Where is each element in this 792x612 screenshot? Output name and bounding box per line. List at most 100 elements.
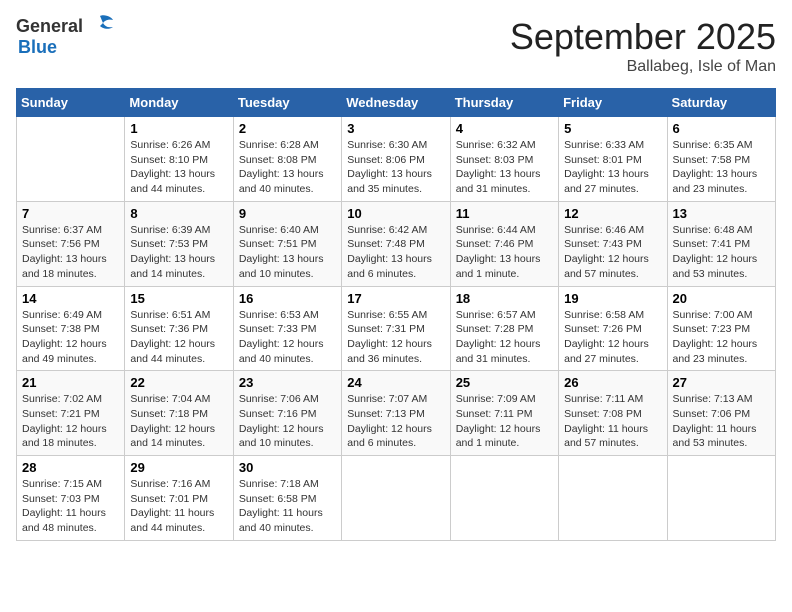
calendar-cell bbox=[667, 456, 775, 541]
calendar-week-1: 7 Sunrise: 6:37 AM Sunset: 7:56 PM Daylig… bbox=[17, 201, 776, 286]
day-number: 4 bbox=[456, 121, 553, 136]
calendar-cell: 19 Sunrise: 6:58 AM Sunset: 7:26 PM Dayli… bbox=[559, 286, 667, 371]
calendar-cell bbox=[342, 456, 450, 541]
day-info: Sunrise: 6:48 AM Sunset: 7:41 PM Dayligh… bbox=[673, 223, 770, 282]
day-number: 21 bbox=[22, 375, 119, 390]
day-number: 23 bbox=[239, 375, 336, 390]
logo-general: General bbox=[16, 17, 83, 37]
day-info: Sunrise: 7:13 AM Sunset: 7:06 PM Dayligh… bbox=[673, 392, 770, 451]
calendar-cell: 12 Sunrise: 6:46 AM Sunset: 7:43 PM Dayli… bbox=[559, 201, 667, 286]
calendar-cell: 21Sunrise: 7:02 AM Sunset: 7:21 PM Dayli… bbox=[17, 371, 125, 456]
day-number: 8 bbox=[130, 206, 227, 221]
day-number: 12 bbox=[564, 206, 661, 221]
day-number: 29 bbox=[130, 460, 227, 475]
day-info: Sunrise: 6:58 AM Sunset: 7:26 PM Dayligh… bbox=[564, 308, 661, 367]
header-tuesday: Tuesday bbox=[233, 89, 341, 117]
day-number: 7 bbox=[22, 206, 119, 221]
header-sunday: Sunday bbox=[17, 89, 125, 117]
day-number: 13 bbox=[673, 206, 770, 221]
calendar-cell: 13 Sunrise: 6:48 AM Sunset: 7:41 PM Dayli… bbox=[667, 201, 775, 286]
calendar-cell: 11 Sunrise: 6:44 AM Sunset: 7:46 PM Dayli… bbox=[450, 201, 558, 286]
day-info: Sunrise: 7:07 AM Sunset: 7:13 PM Dayligh… bbox=[347, 392, 444, 451]
calendar-cell: 23 Sunrise: 7:06 AM Sunset: 7:16 PM Dayli… bbox=[233, 371, 341, 456]
day-info: Sunrise: 6:39 AM Sunset: 7:53 PM Dayligh… bbox=[130, 223, 227, 282]
day-info: Sunrise: 6:55 AM Sunset: 7:31 PM Dayligh… bbox=[347, 308, 444, 367]
day-info: Sunrise: 7:18 AM Sunset: 6:58 PM Dayligh… bbox=[239, 477, 336, 536]
calendar-cell: 26Sunrise: 7:11 AM Sunset: 7:08 PM Dayli… bbox=[559, 371, 667, 456]
day-info: Sunrise: 7:16 AM Sunset: 7:01 PM Dayligh… bbox=[130, 477, 227, 536]
day-number: 26 bbox=[564, 375, 661, 390]
calendar-cell: 30Sunrise: 7:18 AM Sunset: 6:58 PM Dayli… bbox=[233, 456, 341, 541]
location: Ballabeg, Isle of Man bbox=[510, 58, 776, 76]
day-number: 27 bbox=[673, 375, 770, 390]
calendar-cell: 16 Sunrise: 6:53 AM Sunset: 7:33 PM Dayli… bbox=[233, 286, 341, 371]
day-info: Sunrise: 6:33 AM Sunset: 8:01 PM Dayligh… bbox=[564, 138, 661, 197]
day-info: Sunrise: 6:57 AM Sunset: 7:28 PM Dayligh… bbox=[456, 308, 553, 367]
day-number: 5 bbox=[564, 121, 661, 136]
calendar-cell: 1 Sunrise: 6:26 AM Sunset: 8:10 PM Daylig… bbox=[125, 117, 233, 202]
calendar-week-3: 21Sunrise: 7:02 AM Sunset: 7:21 PM Dayli… bbox=[17, 371, 776, 456]
day-number: 17 bbox=[347, 291, 444, 306]
calendar-cell: 14Sunrise: 6:49 AM Sunset: 7:38 PM Dayli… bbox=[17, 286, 125, 371]
calendar-week-4: 28Sunrise: 7:15 AM Sunset: 7:03 PM Dayli… bbox=[17, 456, 776, 541]
calendar-cell: 3 Sunrise: 6:30 AM Sunset: 8:06 PM Daylig… bbox=[342, 117, 450, 202]
day-info: Sunrise: 6:46 AM Sunset: 7:43 PM Dayligh… bbox=[564, 223, 661, 282]
day-info: Sunrise: 6:37 AM Sunset: 7:56 PM Dayligh… bbox=[22, 223, 119, 282]
calendar-cell: 17 Sunrise: 6:55 AM Sunset: 7:31 PM Dayli… bbox=[342, 286, 450, 371]
day-number: 25 bbox=[456, 375, 553, 390]
calendar-cell: 8 Sunrise: 6:39 AM Sunset: 7:53 PM Daylig… bbox=[125, 201, 233, 286]
day-info: Sunrise: 6:44 AM Sunset: 7:46 PM Dayligh… bbox=[456, 223, 553, 282]
day-info: Sunrise: 6:30 AM Sunset: 8:06 PM Dayligh… bbox=[347, 138, 444, 197]
day-info: Sunrise: 6:35 AM Sunset: 7:58 PM Dayligh… bbox=[673, 138, 770, 197]
day-number: 1 bbox=[130, 121, 227, 136]
calendar-week-0: 1 Sunrise: 6:26 AM Sunset: 8:10 PM Daylig… bbox=[17, 117, 776, 202]
day-number: 24 bbox=[347, 375, 444, 390]
calendar-cell bbox=[450, 456, 558, 541]
day-info: Sunrise: 6:53 AM Sunset: 7:33 PM Dayligh… bbox=[239, 308, 336, 367]
calendar-cell: 5 Sunrise: 6:33 AM Sunset: 8:01 PM Daylig… bbox=[559, 117, 667, 202]
calendar-cell: 10 Sunrise: 6:42 AM Sunset: 7:48 PM Dayli… bbox=[342, 201, 450, 286]
calendar-cell: 28Sunrise: 7:15 AM Sunset: 7:03 PM Dayli… bbox=[17, 456, 125, 541]
day-info: Sunrise: 7:04 AM Sunset: 7:18 PM Dayligh… bbox=[130, 392, 227, 451]
day-number: 11 bbox=[456, 206, 553, 221]
logo-blue: Blue bbox=[18, 38, 57, 58]
day-info: Sunrise: 6:26 AM Sunset: 8:10 PM Dayligh… bbox=[130, 138, 227, 197]
calendar-header-row: SundayMondayTuesdayWednesdayThursdayFrid… bbox=[17, 89, 776, 117]
day-number: 18 bbox=[456, 291, 553, 306]
day-number: 28 bbox=[22, 460, 119, 475]
day-info: Sunrise: 7:06 AM Sunset: 7:16 PM Dayligh… bbox=[239, 392, 336, 451]
calendar-cell: 20 Sunrise: 7:00 AM Sunset: 7:23 PM Dayli… bbox=[667, 286, 775, 371]
day-info: Sunrise: 6:32 AM Sunset: 8:03 PM Dayligh… bbox=[456, 138, 553, 197]
page-header: General Blue September 2025 Ballabeg, Is… bbox=[16, 16, 776, 76]
day-info: Sunrise: 6:28 AM Sunset: 8:08 PM Dayligh… bbox=[239, 138, 336, 197]
calendar-cell: 27 Sunrise: 7:13 AM Sunset: 7:06 PM Dayli… bbox=[667, 371, 775, 456]
day-number: 22 bbox=[130, 375, 227, 390]
day-info: Sunrise: 6:42 AM Sunset: 7:48 PM Dayligh… bbox=[347, 223, 444, 282]
logo-bird-icon bbox=[85, 14, 115, 38]
calendar-cell: 9Sunrise: 6:40 AM Sunset: 7:51 PM Daylig… bbox=[233, 201, 341, 286]
day-number: 16 bbox=[239, 291, 336, 306]
calendar-cell: 22 Sunrise: 7:04 AM Sunset: 7:18 PM Dayli… bbox=[125, 371, 233, 456]
title-block: September 2025 Ballabeg, Isle of Man bbox=[510, 16, 776, 76]
day-number: 3 bbox=[347, 121, 444, 136]
logo: General Blue bbox=[16, 16, 115, 58]
calendar-cell: 25 Sunrise: 7:09 AM Sunset: 7:11 PM Dayli… bbox=[450, 371, 558, 456]
day-number: 19 bbox=[564, 291, 661, 306]
calendar-cell bbox=[17, 117, 125, 202]
calendar-cell: 4 Sunrise: 6:32 AM Sunset: 8:03 PM Daylig… bbox=[450, 117, 558, 202]
header-saturday: Saturday bbox=[667, 89, 775, 117]
day-info: Sunrise: 7:09 AM Sunset: 7:11 PM Dayligh… bbox=[456, 392, 553, 451]
day-number: 2 bbox=[239, 121, 336, 136]
calendar-week-2: 14Sunrise: 6:49 AM Sunset: 7:38 PM Dayli… bbox=[17, 286, 776, 371]
day-info: Sunrise: 6:49 AM Sunset: 7:38 PM Dayligh… bbox=[22, 308, 119, 367]
header-friday: Friday bbox=[559, 89, 667, 117]
month-title: September 2025 bbox=[510, 16, 776, 58]
calendar-cell: 7 Sunrise: 6:37 AM Sunset: 7:56 PM Daylig… bbox=[17, 201, 125, 286]
calendar-cell: 29 Sunrise: 7:16 AM Sunset: 7:01 PM Dayli… bbox=[125, 456, 233, 541]
calendar-cell bbox=[559, 456, 667, 541]
day-number: 9 bbox=[239, 206, 336, 221]
day-info: Sunrise: 7:00 AM Sunset: 7:23 PM Dayligh… bbox=[673, 308, 770, 367]
day-number: 15 bbox=[130, 291, 227, 306]
day-number: 10 bbox=[347, 206, 444, 221]
day-number: 20 bbox=[673, 291, 770, 306]
